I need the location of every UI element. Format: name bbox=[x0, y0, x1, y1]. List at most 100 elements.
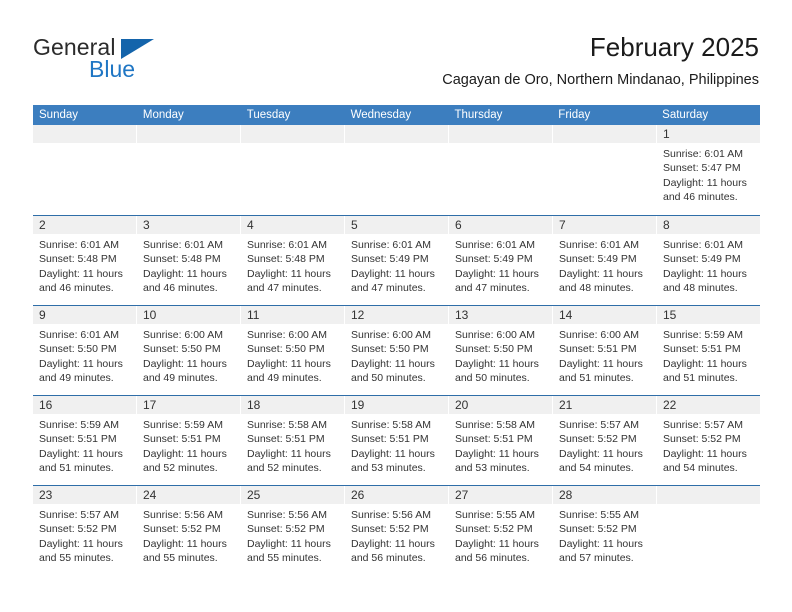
day-cell-12[interactable]: 12 Sunrise: 6:00 AM Sunset: 5:50 PM Dayligh… bbox=[345, 306, 449, 395]
day-cell-9[interactable]: 9 Sunrise: 6:01 AM Sunset: 5:50 PM Daylight… bbox=[33, 306, 137, 395]
day-details: Sunrise: 5:56 AM Sunset: 5:52 PM Daylight:… bbox=[241, 504, 344, 565]
day-cell-3[interactable]: 3 Sunrise: 6:01 AM Sunset: 5:48 PM Daylight… bbox=[137, 216, 241, 305]
calendar-grid: Sunday Monday Tuesday Wednesday Thursday Frid… bbox=[33, 105, 760, 575]
calendar-week-row: 9 Sunrise: 6:01 AM Sunset: 5:50 PM Daylight… bbox=[33, 305, 760, 395]
day-cell-6[interactable]: 6 Sunrise: 6:01 AM Sunset: 5:49 PM Daylight… bbox=[449, 216, 553, 305]
day-cell-22[interactable]: 22 Sunrise: 5:57 AM Sunset: 5:52 PM Dayligh… bbox=[657, 396, 760, 485]
day-cell-19[interactable]: 19 Sunrise: 5:58 AM Sunset: 5:51 PM Dayligh… bbox=[345, 396, 449, 485]
day-daylight-line1: Daylight: 11 hours bbox=[663, 267, 747, 280]
day-sunrise: Sunrise: 6:00 AM bbox=[247, 329, 327, 341]
day-daylight-line1: Daylight: 11 hours bbox=[247, 357, 331, 370]
day-number bbox=[345, 125, 448, 143]
day-daylight-line1: Daylight: 11 hours bbox=[559, 447, 643, 460]
day-sunset: Sunset: 5:51 PM bbox=[663, 343, 741, 356]
day-daylight-line1: Daylight: 11 hours bbox=[143, 537, 227, 550]
day-sunrise: Sunrise: 6:00 AM bbox=[559, 329, 639, 341]
day-sunset: Sunset: 5:49 PM bbox=[559, 253, 637, 266]
day-sunrise: Sunrise: 6:01 AM bbox=[455, 239, 535, 251]
day-details bbox=[241, 143, 344, 147]
day-sunrise: Sunrise: 6:01 AM bbox=[663, 239, 743, 251]
day-details: Sunrise: 6:01 AM Sunset: 5:49 PM Daylight:… bbox=[345, 234, 448, 295]
day-number: 12 bbox=[345, 306, 448, 324]
day-number: 10 bbox=[137, 306, 240, 324]
day-sunset: Sunset: 5:52 PM bbox=[663, 433, 741, 446]
day-cell-23[interactable]: 23 Sunrise: 5:57 AM Sunset: 5:52 PM Dayligh… bbox=[33, 486, 137, 575]
day-cell-16[interactable]: 16 Sunrise: 5:59 AM Sunset: 5:51 PM Dayligh… bbox=[33, 396, 137, 485]
day-cell-1[interactable]: 1 Sunrise: 6:01 AM Sunset: 5:47 PM Daylight… bbox=[657, 125, 760, 215]
day-sunrise: Sunrise: 6:00 AM bbox=[455, 329, 535, 341]
day-details: Sunrise: 6:00 AM Sunset: 5:50 PM Daylight:… bbox=[137, 324, 240, 385]
day-cell-27[interactable]: 27 Sunrise: 5:55 AM Sunset: 5:52 PM Dayligh… bbox=[449, 486, 553, 575]
day-daylight-line1: Daylight: 11 hours bbox=[351, 357, 435, 370]
day-number: 4 bbox=[241, 216, 344, 234]
day-daylight-line1: Daylight: 11 hours bbox=[455, 357, 539, 370]
day-cell-26[interactable]: 26 Sunrise: 5:56 AM Sunset: 5:52 PM Dayligh… bbox=[345, 486, 449, 575]
day-number bbox=[553, 125, 656, 143]
day-sunrise: Sunrise: 6:01 AM bbox=[39, 239, 119, 251]
day-daylight-line1: Daylight: 11 hours bbox=[663, 176, 747, 189]
day-details: Sunrise: 6:00 AM Sunset: 5:51 PM Daylight:… bbox=[553, 324, 656, 385]
day-sunrise: Sunrise: 6:01 AM bbox=[247, 239, 327, 251]
day-details: Sunrise: 6:01 AM Sunset: 5:49 PM Daylight:… bbox=[449, 234, 552, 295]
day-cell-4[interactable]: 4 Sunrise: 6:01 AM Sunset: 5:48 PM Daylight… bbox=[241, 216, 345, 305]
day-cell-13[interactable]: 13 Sunrise: 6:00 AM Sunset: 5:50 PM Dayligh… bbox=[449, 306, 553, 395]
day-daylight-line2: and 46 minutes. bbox=[143, 281, 218, 294]
day-cell-5[interactable]: 5 Sunrise: 6:01 AM Sunset: 5:49 PM Daylight… bbox=[345, 216, 449, 305]
day-sunset: Sunset: 5:51 PM bbox=[559, 343, 637, 356]
day-sunrise: Sunrise: 5:56 AM bbox=[143, 509, 223, 521]
day-details: Sunrise: 6:01 AM Sunset: 5:49 PM Daylight:… bbox=[657, 234, 760, 295]
day-daylight-line2: and 47 minutes. bbox=[455, 281, 530, 294]
day-cell-20[interactable]: 20 Sunrise: 5:58 AM Sunset: 5:51 PM Dayligh… bbox=[449, 396, 553, 485]
weekday-header-row: Sunday Monday Tuesday Wednesday Thursday Frid… bbox=[33, 105, 760, 125]
day-details: Sunrise: 5:57 AM Sunset: 5:52 PM Daylight:… bbox=[657, 414, 760, 475]
weekday-header-tuesday: Tuesday bbox=[246, 109, 291, 121]
day-daylight-line2: and 56 minutes. bbox=[351, 551, 426, 564]
day-daylight-line2: and 55 minutes. bbox=[39, 551, 114, 564]
page-subtitle: Cagayan de Oro, Northern Mindanao, Phili… bbox=[442, 72, 759, 88]
day-sunrise: Sunrise: 5:55 AM bbox=[455, 509, 535, 521]
day-number: 26 bbox=[345, 486, 448, 504]
day-number: 19 bbox=[345, 396, 448, 414]
day-cell-14[interactable]: 14 Sunrise: 6:00 AM Sunset: 5:51 PM Dayligh… bbox=[553, 306, 657, 395]
day-number bbox=[241, 125, 344, 143]
day-number: 11 bbox=[241, 306, 344, 324]
day-cell-7[interactable]: 7 Sunrise: 6:01 AM Sunset: 5:49 PM Daylight… bbox=[553, 216, 657, 305]
day-sunrise: Sunrise: 5:55 AM bbox=[559, 509, 639, 521]
day-cell-empty bbox=[241, 125, 345, 215]
day-cell-11[interactable]: 11 Sunrise: 6:00 AM Sunset: 5:50 PM Dayligh… bbox=[241, 306, 345, 395]
day-sunset: Sunset: 5:52 PM bbox=[351, 523, 429, 536]
day-number: 14 bbox=[553, 306, 656, 324]
calendar-week-row: 1 Sunrise: 6:01 AM Sunset: 5:47 PM Daylight… bbox=[33, 125, 760, 215]
day-sunrise: Sunrise: 6:00 AM bbox=[143, 329, 223, 341]
day-cell-21[interactable]: 21 Sunrise: 5:57 AM Sunset: 5:52 PM Dayligh… bbox=[553, 396, 657, 485]
day-number: 23 bbox=[33, 486, 136, 504]
day-details bbox=[657, 504, 760, 508]
day-number: 27 bbox=[449, 486, 552, 504]
day-cell-8[interactable]: 8 Sunrise: 6:01 AM Sunset: 5:49 PM Daylight… bbox=[657, 216, 760, 305]
day-daylight-line2: and 51 minutes. bbox=[39, 461, 114, 474]
day-cell-18[interactable]: 18 Sunrise: 5:58 AM Sunset: 5:51 PM Dayligh… bbox=[241, 396, 345, 485]
day-sunset: Sunset: 5:52 PM bbox=[143, 523, 221, 536]
day-number: 2 bbox=[33, 216, 136, 234]
day-number: 22 bbox=[657, 396, 760, 414]
calendar-week-row: 16 Sunrise: 5:59 AM Sunset: 5:51 PM Dayligh… bbox=[33, 395, 760, 485]
day-cell-28[interactable]: 28 Sunrise: 5:55 AM Sunset: 5:52 PM Dayligh… bbox=[553, 486, 657, 575]
day-daylight-line2: and 51 minutes. bbox=[559, 371, 634, 384]
day-details: Sunrise: 5:56 AM Sunset: 5:52 PM Daylight:… bbox=[137, 504, 240, 565]
day-cell-2[interactable]: 2 Sunrise: 6:01 AM Sunset: 5:48 PM Daylight… bbox=[33, 216, 137, 305]
day-details: Sunrise: 5:59 AM Sunset: 5:51 PM Daylight:… bbox=[657, 324, 760, 385]
day-details: Sunrise: 5:55 AM Sunset: 5:52 PM Daylight:… bbox=[449, 504, 552, 565]
day-cell-15[interactable]: 15 Sunrise: 5:59 AM Sunset: 5:51 PM Dayligh… bbox=[657, 306, 760, 395]
day-daylight-line1: Daylight: 11 hours bbox=[559, 357, 643, 370]
weekday-header-thursday: Thursday bbox=[454, 109, 503, 121]
general-blue-logo[interactable]: General Blue bbox=[33, 34, 233, 90]
day-number: 3 bbox=[137, 216, 240, 234]
weekday-header-wednesday: Wednesday bbox=[350, 109, 412, 121]
day-sunset: Sunset: 5:47 PM bbox=[663, 162, 741, 175]
day-cell-24[interactable]: 24 Sunrise: 5:56 AM Sunset: 5:52 PM Dayligh… bbox=[137, 486, 241, 575]
day-number bbox=[137, 125, 240, 143]
day-number bbox=[657, 486, 760, 504]
day-cell-17[interactable]: 17 Sunrise: 5:59 AM Sunset: 5:51 PM Dayligh… bbox=[137, 396, 241, 485]
day-cell-10[interactable]: 10 Sunrise: 6:00 AM Sunset: 5:50 PM Dayligh… bbox=[137, 306, 241, 395]
day-cell-25[interactable]: 25 Sunrise: 5:56 AM Sunset: 5:52 PM Dayligh… bbox=[241, 486, 345, 575]
